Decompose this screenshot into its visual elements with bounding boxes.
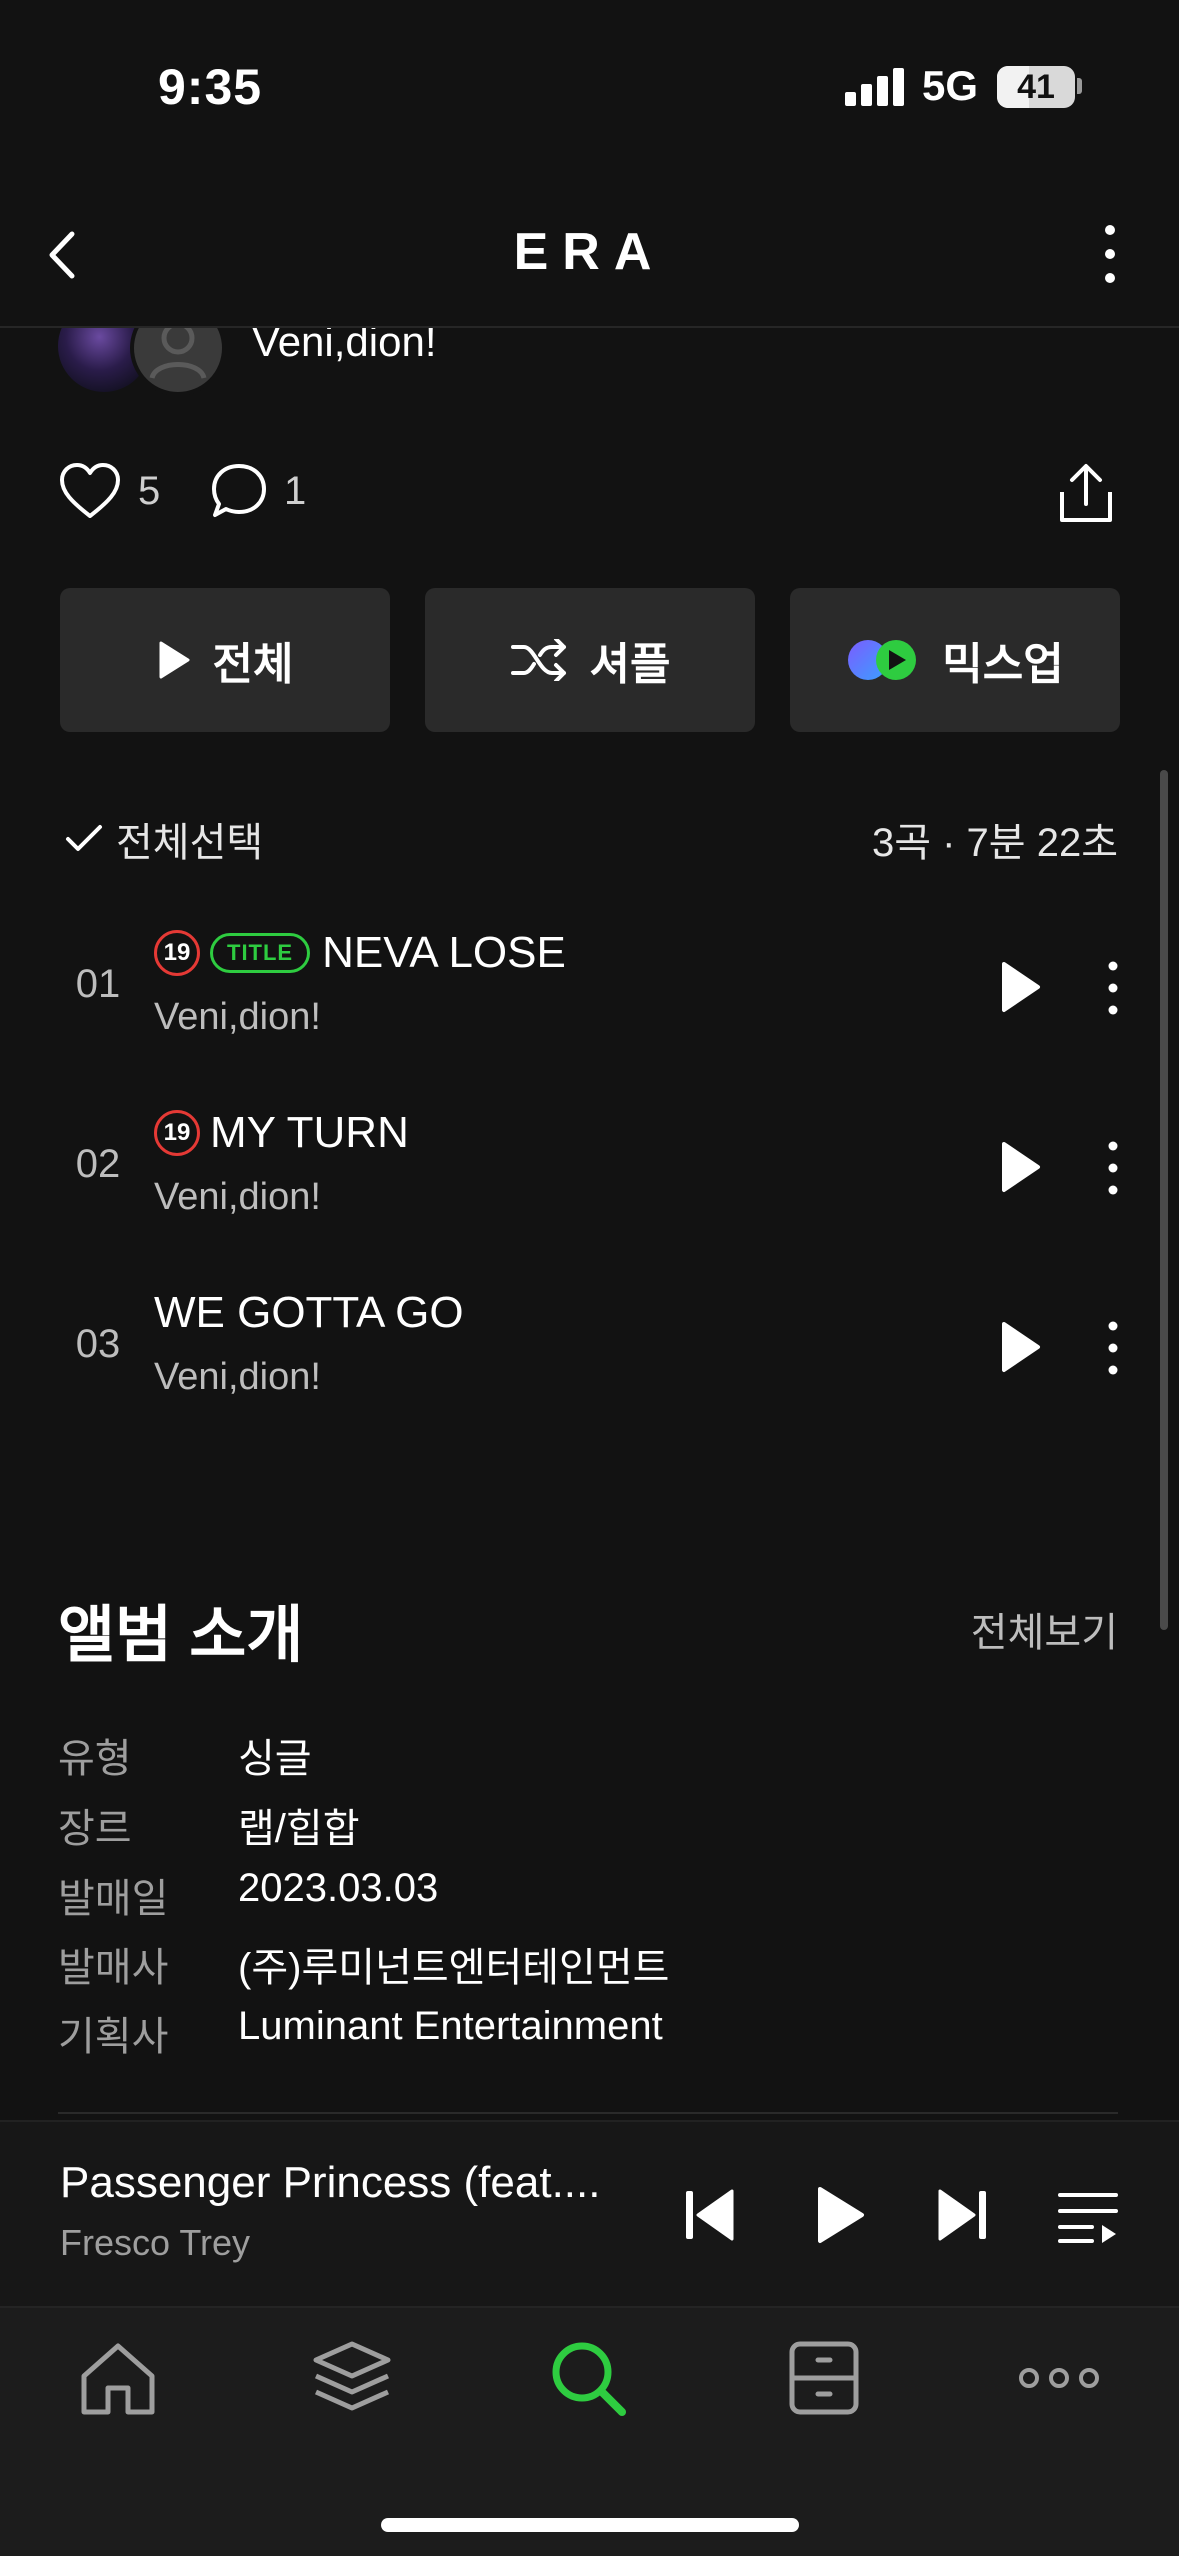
track-artist[interactable]: Veni,dion! xyxy=(154,996,321,1039)
track-number: 01 xyxy=(75,962,121,1006)
shuffle-icon xyxy=(510,639,568,681)
track-title-line: 19 MY TURN xyxy=(154,1108,409,1158)
info-value: 싱글 xyxy=(238,1737,312,1781)
home-icon xyxy=(81,2343,155,2415)
track-row[interactable]: 02 19 MY TURN Veni,dion! xyxy=(0,1080,1179,1260)
explicit-badge: 19 xyxy=(154,930,200,976)
track-title: WE GOTTA GO xyxy=(154,1288,464,1337)
tab-more[interactable] xyxy=(1018,2338,1099,2418)
track-more-button[interactable] xyxy=(1103,1318,1123,1378)
track-artist[interactable]: Veni,dion! xyxy=(154,1176,321,1219)
more-vertical-icon xyxy=(1108,1321,1118,1375)
battery-icon: 41 xyxy=(997,66,1075,108)
layers-icon xyxy=(313,2341,391,2411)
play-all-button[interactable]: 전체 xyxy=(60,588,390,732)
album-intro-heading: 앨범 소개 xyxy=(58,1601,304,1670)
share-button[interactable] xyxy=(1056,462,1116,526)
play-icon xyxy=(157,640,191,680)
comment-icon xyxy=(212,464,266,517)
heart-icon xyxy=(60,463,120,518)
tab-storage[interactable] xyxy=(784,2338,864,2418)
info-key: 유형 xyxy=(58,1737,132,1781)
shuffle-label: 셔플 xyxy=(589,640,671,689)
queue-button[interactable] xyxy=(1058,2185,1120,2245)
track-title-line: WE GOTTA GO xyxy=(154,1288,464,1338)
storage-icon xyxy=(789,2341,859,2415)
now-playing-title[interactable]: Passenger Princess (feat.... xyxy=(60,2158,620,2208)
track-play-button[interactable] xyxy=(998,1320,1044,1374)
previous-button[interactable] xyxy=(682,2185,738,2245)
battery-tip xyxy=(1077,78,1082,94)
tab-home[interactable] xyxy=(78,2338,158,2418)
play-icon xyxy=(1002,1142,1040,1192)
info-value: 2023.03.03 xyxy=(238,1866,439,1910)
mixup-icon xyxy=(846,638,920,682)
explicit-badge: 19 xyxy=(154,1110,200,1156)
track-number: 02 xyxy=(75,1142,121,1186)
track-artist[interactable]: Veni,dion! xyxy=(154,1356,321,1399)
more-icon xyxy=(1019,2368,1099,2388)
tab-library[interactable] xyxy=(312,2338,392,2418)
play-icon xyxy=(1002,1322,1040,1372)
more-vertical-icon xyxy=(1108,1141,1118,1195)
track-more-button[interactable] xyxy=(1103,1138,1123,1198)
play-button[interactable] xyxy=(812,2185,868,2245)
info-value: 랩/힙합 xyxy=(238,1807,360,1851)
title-track-badge: TITLE xyxy=(210,933,311,973)
play-all-label: 전체 xyxy=(212,640,294,689)
mixup-label: 믹스업 xyxy=(942,640,1064,689)
page-title: ERA xyxy=(513,223,666,281)
tab-search[interactable] xyxy=(548,2338,628,2418)
scrollbar[interactable] xyxy=(1160,770,1168,1630)
view-all-link[interactable]: 전체보기 xyxy=(971,1600,1118,1658)
more-vertical-icon xyxy=(1108,961,1118,1015)
search-icon xyxy=(552,2342,626,2416)
header-divider xyxy=(0,326,1179,328)
more-vertical-icon xyxy=(1105,225,1115,283)
mixup-button[interactable]: 믹스업 xyxy=(790,588,1120,732)
like-button[interactable]: 5 xyxy=(58,462,160,520)
home-indicator[interactable] xyxy=(381,2518,799,2532)
more-menu-button[interactable] xyxy=(1090,220,1130,288)
select-all-label: 전체선택 xyxy=(116,821,264,865)
track-number: 03 xyxy=(75,1322,121,1366)
skip-previous-icon xyxy=(686,2189,734,2241)
check-icon xyxy=(66,825,102,851)
track-count-duration: 3곡 · 7분 22초 xyxy=(871,821,1118,865)
info-key: 발매사 xyxy=(58,1946,169,1990)
comment-button[interactable]: 1 xyxy=(210,462,306,520)
track-play-button[interactable] xyxy=(998,960,1044,1014)
playlist-icon xyxy=(1058,2193,1118,2243)
track-title: MY TURN xyxy=(210,1108,409,1157)
like-count: 5 xyxy=(138,468,161,513)
info-key: 발매일 xyxy=(58,1877,169,1921)
battery-label: 41 xyxy=(1017,68,1055,106)
track-row[interactable]: 03 WE GOTTA GO Veni,dion! xyxy=(0,1260,1179,1440)
track-title-line: 19 TITLE NEVA LOSE xyxy=(154,928,566,978)
track-title: NEVA LOSE xyxy=(322,928,566,977)
play-icon xyxy=(1002,962,1040,1012)
signal-icon xyxy=(845,68,905,106)
info-value: (주)루미넌트엔터테인먼트 xyxy=(238,1946,670,1990)
section-divider xyxy=(58,2112,1118,2114)
play-icon xyxy=(818,2187,864,2243)
info-value: Luminant Entertainment xyxy=(238,2004,663,2048)
comment-count: 1 xyxy=(284,468,307,513)
skip-next-icon xyxy=(938,2189,986,2241)
network-label: 5G xyxy=(922,62,979,109)
next-button[interactable] xyxy=(934,2185,990,2245)
mini-player[interactable] xyxy=(0,2120,1179,2306)
track-row[interactable]: 01 19 TITLE NEVA LOSE Veni,dion! xyxy=(0,900,1179,1080)
info-key: 장르 xyxy=(58,1807,132,1851)
info-key: 기획사 xyxy=(58,2015,169,2059)
select-all-button[interactable]: 전체선택 xyxy=(64,810,263,868)
now-playing-artist[interactable]: Fresco Trey xyxy=(60,2222,250,2264)
track-play-button[interactable] xyxy=(998,1140,1044,1194)
share-icon xyxy=(1060,464,1112,522)
shuffle-button[interactable]: 셔플 xyxy=(425,588,755,732)
status-time: 9:35 xyxy=(158,59,263,115)
track-more-button[interactable] xyxy=(1103,958,1123,1018)
